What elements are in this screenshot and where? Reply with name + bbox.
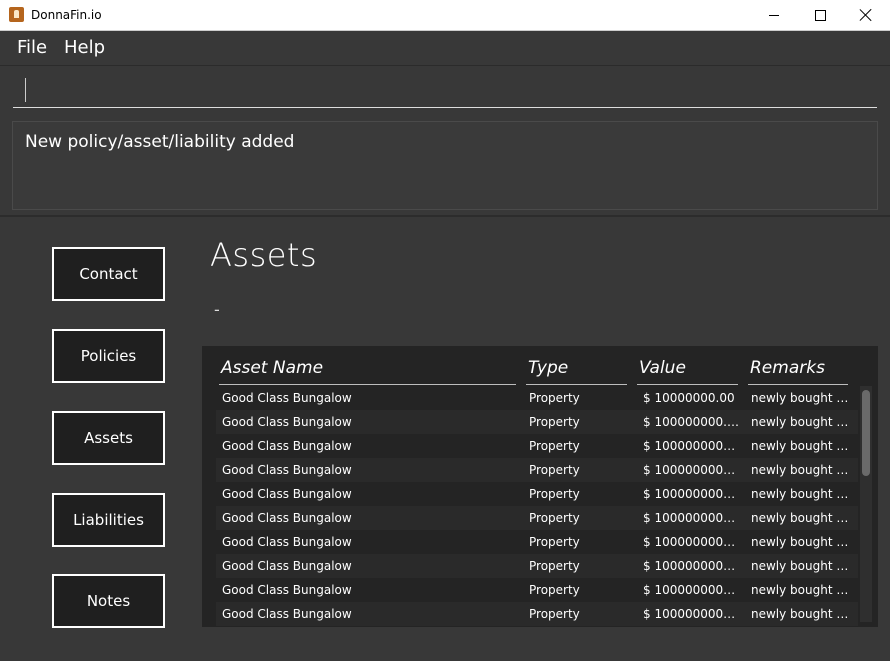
cell-value: $ 100000000000... — [643, 583, 740, 597]
cell-asset-name: Good Class Bungalow — [222, 439, 352, 453]
column-header-type[interactable]: Type — [526, 358, 568, 378]
app-icon — [9, 7, 24, 22]
column-header-remarks[interactable]: Remarks — [748, 358, 825, 378]
table-row[interactable]: Good Class Bungalow Property $ 10000000000… — [216, 578, 858, 602]
menu-file[interactable]: File — [17, 37, 47, 58]
cell-remarks: newly bought with... — [751, 391, 853, 405]
cell-type: Property — [529, 511, 580, 525]
cell-asset-name: Good Class Bungalow — [222, 511, 352, 525]
cell-remarks: newly bought with... — [751, 415, 853, 429]
header-underline — [637, 384, 738, 385]
cell-remarks: newly bought with... — [751, 463, 853, 477]
assets-table: Asset Name Type Value Remarks Good Class… — [202, 346, 878, 627]
cell-type: Property — [529, 559, 580, 573]
result-display: New policy/asset/liability added — [12, 121, 878, 210]
table-row[interactable]: Good Class Bungalow Property $ 10000000.00… — [216, 386, 858, 410]
close-icon — [860, 9, 872, 21]
nav-policies-button[interactable]: Policies — [52, 329, 165, 383]
cell-remarks: newly bought with... — [751, 439, 853, 453]
table-row[interactable]: Good Class Bungalow Property $ 10000000000… — [216, 602, 858, 626]
header-underline — [526, 384, 627, 385]
split-divider[interactable] — [0, 215, 890, 217]
table-row[interactable]: Good Class Bungalow Property $ 10000000000… — [216, 506, 858, 530]
command-box — [0, 66, 890, 116]
menu-help[interactable]: Help — [64, 37, 105, 58]
cell-asset-name: Good Class Bungalow — [222, 607, 352, 621]
panel-title: Assets — [210, 236, 318, 274]
cell-type: Property — [529, 535, 580, 549]
cell-type: Property — [529, 607, 580, 621]
cell-asset-name: Good Class Bungalow — [222, 463, 352, 477]
table-scrollbar[interactable] — [860, 386, 872, 622]
maximize-icon — [814, 9, 826, 21]
table-row[interactable]: Good Class Bungalow Property $ 10000000000… — [216, 482, 858, 506]
nav-assets-button[interactable]: Assets — [52, 411, 165, 465]
cell-type: Property — [529, 439, 580, 453]
nav-notes-button[interactable]: Notes — [52, 574, 165, 628]
cell-asset-name: Good Class Bungalow — [222, 535, 352, 549]
cell-value: $ 100000000000... — [643, 487, 740, 501]
panel-subtitle: - — [214, 300, 220, 319]
nav-contact-button[interactable]: Contact — [52, 247, 165, 301]
table-row[interactable]: Good Class Bungalow Property $ 10000000000… — [216, 458, 858, 482]
column-header-asset-name[interactable]: Asset Name — [219, 358, 323, 378]
scrollbar-thumb[interactable] — [862, 390, 870, 476]
table-row[interactable]: Good Class Bungalow Property $ 10000000000… — [216, 530, 858, 554]
table-row[interactable]: Good Class Bungalow Property $ 10000000000… — [216, 434, 858, 458]
cell-value: $ 100000000000... — [643, 607, 740, 621]
cell-value: $ 100000000000... — [643, 511, 740, 525]
cell-value: $ 100000000.00 — [643, 415, 740, 429]
command-input[interactable] — [13, 72, 877, 108]
window-title: DonnaFin.io — [31, 8, 102, 22]
table-row[interactable]: Good Class Bungalow Property $ 10000000000… — [216, 554, 858, 578]
cell-remarks: newly bought with... — [751, 583, 853, 597]
cell-type: Property — [529, 487, 580, 501]
close-button[interactable] — [843, 0, 889, 30]
cell-value: $ 100000000000... — [643, 463, 740, 477]
table-row[interactable]: Good Class Bungalow Property $ 100000000.0… — [216, 410, 858, 434]
text-caret — [25, 78, 26, 102]
cell-asset-name: Good Class Bungalow — [222, 487, 352, 501]
cell-type: Property — [529, 415, 580, 429]
cell-value: $ 10000000.00 — [643, 391, 735, 405]
column-header-value[interactable]: Value — [637, 358, 686, 378]
minimize-icon — [769, 14, 779, 16]
cell-remarks: newly bought with... — [751, 511, 853, 525]
cell-remarks: newly bought with... — [751, 487, 853, 501]
cell-value: $ 100000000000... — [643, 535, 740, 549]
menu-bar: File Help — [0, 31, 890, 66]
cell-remarks: newly bought with... — [751, 535, 853, 549]
cell-remarks: newly bought with... — [751, 559, 853, 573]
cell-value: $ 10000000000.00 — [643, 439, 740, 453]
result-message: New policy/asset/liability added — [25, 132, 295, 152]
maximize-button[interactable] — [797, 0, 843, 30]
cell-remarks: newly bought with... — [751, 607, 853, 621]
cell-type: Property — [529, 463, 580, 477]
cell-type: Property — [529, 583, 580, 597]
nav-liabilities-button[interactable]: Liabilities — [52, 493, 165, 547]
cell-asset-name: Good Class Bungalow — [222, 415, 352, 429]
cell-asset-name: Good Class Bungalow — [222, 559, 352, 573]
cell-value: $ 100000000000... — [643, 559, 740, 573]
minimize-button[interactable] — [751, 0, 797, 30]
header-underline — [219, 384, 516, 385]
cell-asset-name: Good Class Bungalow — [222, 583, 352, 597]
cell-asset-name: Good Class Bungalow — [222, 391, 352, 405]
title-bar: DonnaFin.io — [0, 0, 890, 31]
cell-type: Property — [529, 391, 580, 405]
header-underline — [748, 384, 848, 385]
